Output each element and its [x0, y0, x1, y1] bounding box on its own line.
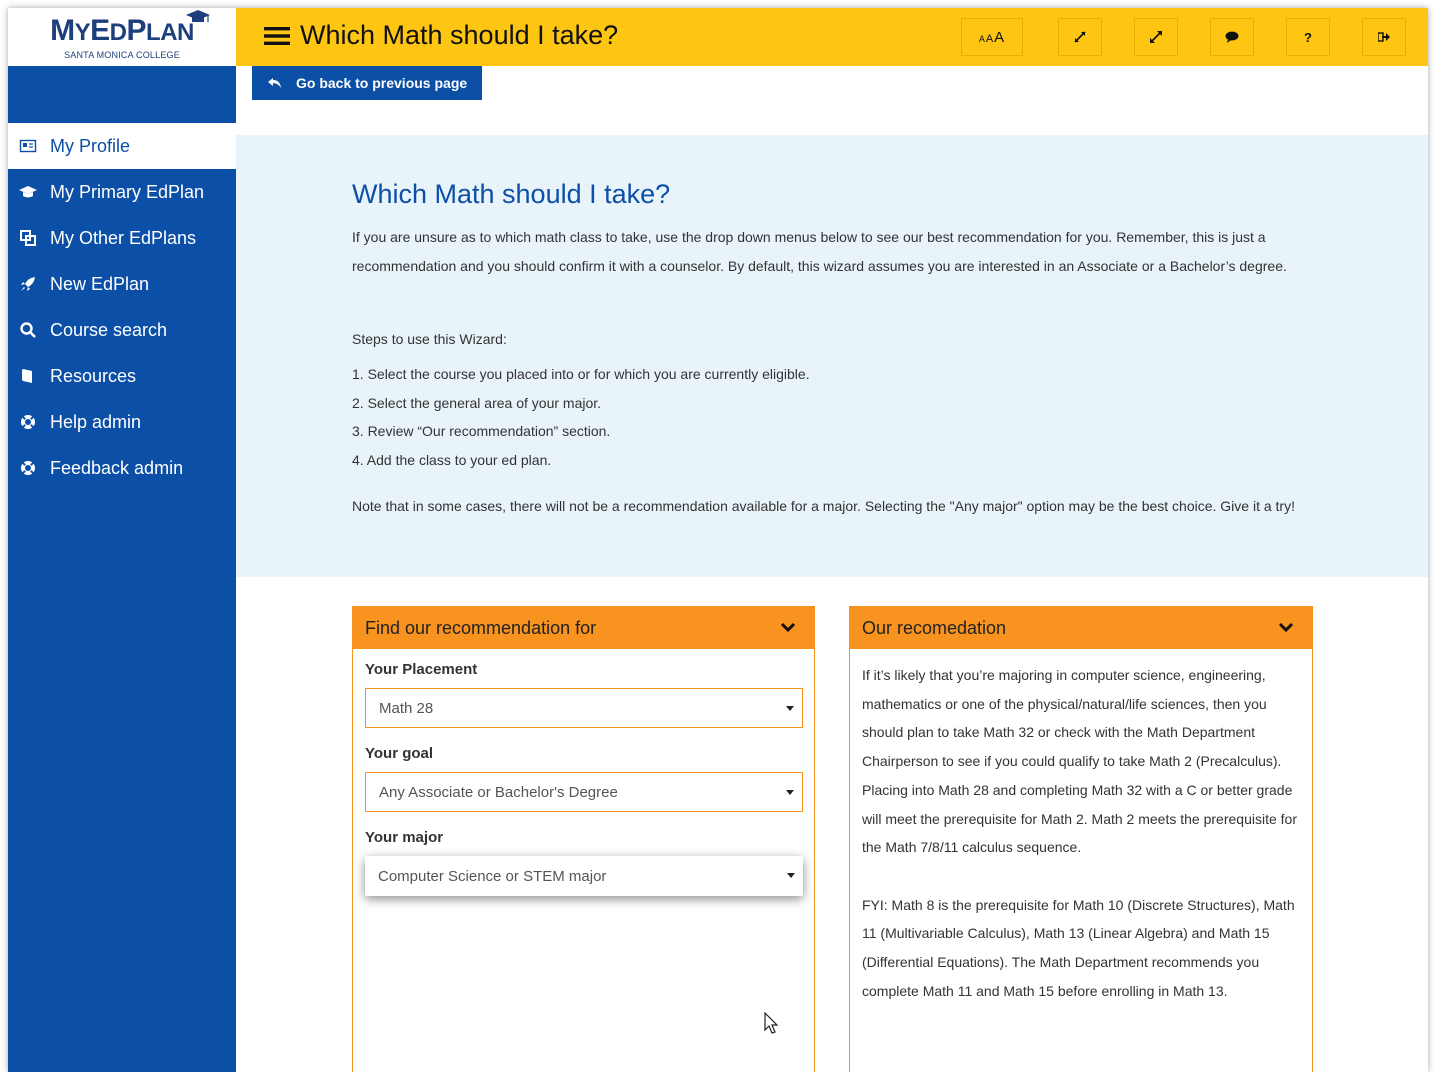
sidebar-item-my-primary-edplan[interactable]: My Primary EdPlan: [8, 169, 236, 215]
chevron-down-icon: [780, 622, 796, 633]
page-title: Which Math should I take?: [300, 20, 619, 50]
plans-icon: [18, 228, 38, 248]
chat-bubble-icon: [1225, 31, 1239, 43]
step-item: 1. Select the course you placed into or …: [352, 366, 810, 382]
find-recommendation-header[interactable]: Find our recommendation for: [353, 607, 814, 649]
major-select[interactable]: Computer Science or STEM major: [365, 856, 803, 896]
caret-down-icon: [786, 790, 794, 795]
recommendation-header[interactable]: Our recomedation: [850, 607, 1312, 649]
step-item: 4. Add the class to your ed plan.: [352, 452, 552, 469]
hamburger-menu-icon[interactable]: [264, 25, 290, 47]
recommendation-paragraph: If it’s likely that you’re majoring in c…: [862, 667, 1297, 856]
go-back-label: Go back to previous page: [296, 75, 468, 91]
help-icon: ?: [1304, 29, 1312, 45]
sidebar-item-new-edplan[interactable]: New EdPlan: [8, 261, 236, 307]
placement-label: Your Placement: [365, 661, 478, 678]
sidebar-item-label: Resources: [50, 365, 137, 386]
caret-down-icon: [786, 706, 794, 711]
sidebar-item-label: My Primary EdPlan: [50, 181, 205, 202]
sidebar-item-course-search[interactable]: Course search: [8, 307, 236, 353]
graduation-cap-icon: [18, 182, 38, 202]
sidebar-item-help-admin[interactable]: Help admin: [8, 399, 236, 445]
chevron-down-icon: [1278, 622, 1294, 633]
app-window: MYEDPLAN SANTA MONICA COLLEGE My Profile…: [8, 8, 1428, 1072]
find-recommendation-panel: Find our recommendation for Your Placeme…: [352, 606, 815, 1072]
book-icon: [18, 366, 38, 386]
intro-section: Which Math should I take? If you are uns…: [236, 135, 1428, 577]
placement-select[interactable]: Math 28: [365, 688, 803, 728]
goal-label: Your goal: [365, 745, 434, 762]
panel-title: Find our recommendation for: [365, 617, 597, 638]
logout-button[interactable]: [1362, 18, 1406, 56]
sidebar-item-resources[interactable]: Resources: [8, 353, 236, 399]
major-label: Your major: [365, 829, 444, 846]
fyi-paragraph: FYI: Math 8 is the prerequisite for Math…: [862, 896, 1295, 999]
panel-title: Our recomedation: [862, 617, 1007, 638]
sidebar-item-label: Feedback admin: [50, 457, 184, 478]
expand-button[interactable]: [1134, 18, 1178, 56]
note-paragraph: Note that in some cases, there will not …: [352, 498, 1295, 514]
step-item: 3. Review “Our recommendation” section.: [352, 423, 611, 440]
caret-down-icon: [787, 873, 795, 878]
sidebar-item-label: Course search: [50, 319, 168, 340]
lifebuoy-icon: [18, 458, 38, 478]
help-button[interactable]: ?: [1286, 18, 1330, 56]
recommendation-panel: Our recomedation If it’s likely that you…: [849, 606, 1313, 1072]
sidebar-nav: My Profile My Primary EdPlan My Other Ed…: [8, 123, 236, 491]
compress-icon: [1074, 31, 1086, 43]
goal-value: Any Associate or Bachelor's Degree: [379, 783, 618, 801]
step-item: 2. Select the general area of your major…: [352, 394, 602, 411]
goal-select[interactable]: Any Associate or Bachelor's Degree: [365, 772, 803, 812]
chat-button[interactable]: [1210, 18, 1254, 56]
top-header: Which Math should I take? AAA ?: [236, 8, 1428, 66]
reply-arrow-icon: [268, 78, 281, 88]
sidebar-item-my-profile[interactable]: My Profile: [8, 123, 236, 169]
sidebar: MYEDPLAN SANTA MONICA COLLEGE My Profile…: [8, 8, 236, 1072]
logo[interactable]: MYEDPLAN SANTA MONICA COLLEGE: [8, 8, 236, 66]
logo-subtitle: SANTA MONICA COLLEGE: [64, 50, 180, 60]
font-size-button[interactable]: AAA: [961, 18, 1023, 56]
font-size-icon: AAA: [978, 28, 1006, 46]
expand-icon: [1150, 31, 1162, 43]
graduation-cap-logo-icon: [186, 10, 210, 22]
mouse-pointer-icon: [764, 1012, 779, 1034]
recommendation-text: If it’s likely that you’re majoring in c…: [862, 661, 1302, 1005]
rocket-icon: [18, 274, 38, 294]
sidebar-item-label: Help admin: [50, 411, 142, 432]
collapse-button[interactable]: [1058, 18, 1102, 56]
sidebar-item-feedback-admin[interactable]: Feedback admin: [8, 445, 236, 491]
go-back-button[interactable]: Go back to previous page: [252, 66, 482, 100]
intro-paragraph: If you are unsure as to which math class…: [352, 229, 1287, 274]
steps-list: 1. Select the course you placed into or …: [352, 366, 810, 481]
sidebar-item-my-other-edplans[interactable]: My Other EdPlans: [8, 215, 236, 261]
sign-out-icon: [1378, 32, 1390, 42]
sidebar-item-label: My Profile: [50, 135, 131, 156]
major-value: Computer Science or STEM major: [378, 867, 607, 885]
sidebar-item-label: New EdPlan: [50, 273, 150, 294]
search-icon: [18, 320, 38, 340]
section-heading: Which Math should I take?: [352, 179, 671, 209]
profile-card-icon: [18, 136, 38, 156]
placement-value: Math 28: [379, 699, 434, 717]
steps-title: Steps to use this Wizard:: [352, 331, 507, 347]
lifebuoy-icon: [18, 412, 38, 432]
sidebar-item-label: My Other EdPlans: [50, 227, 197, 248]
